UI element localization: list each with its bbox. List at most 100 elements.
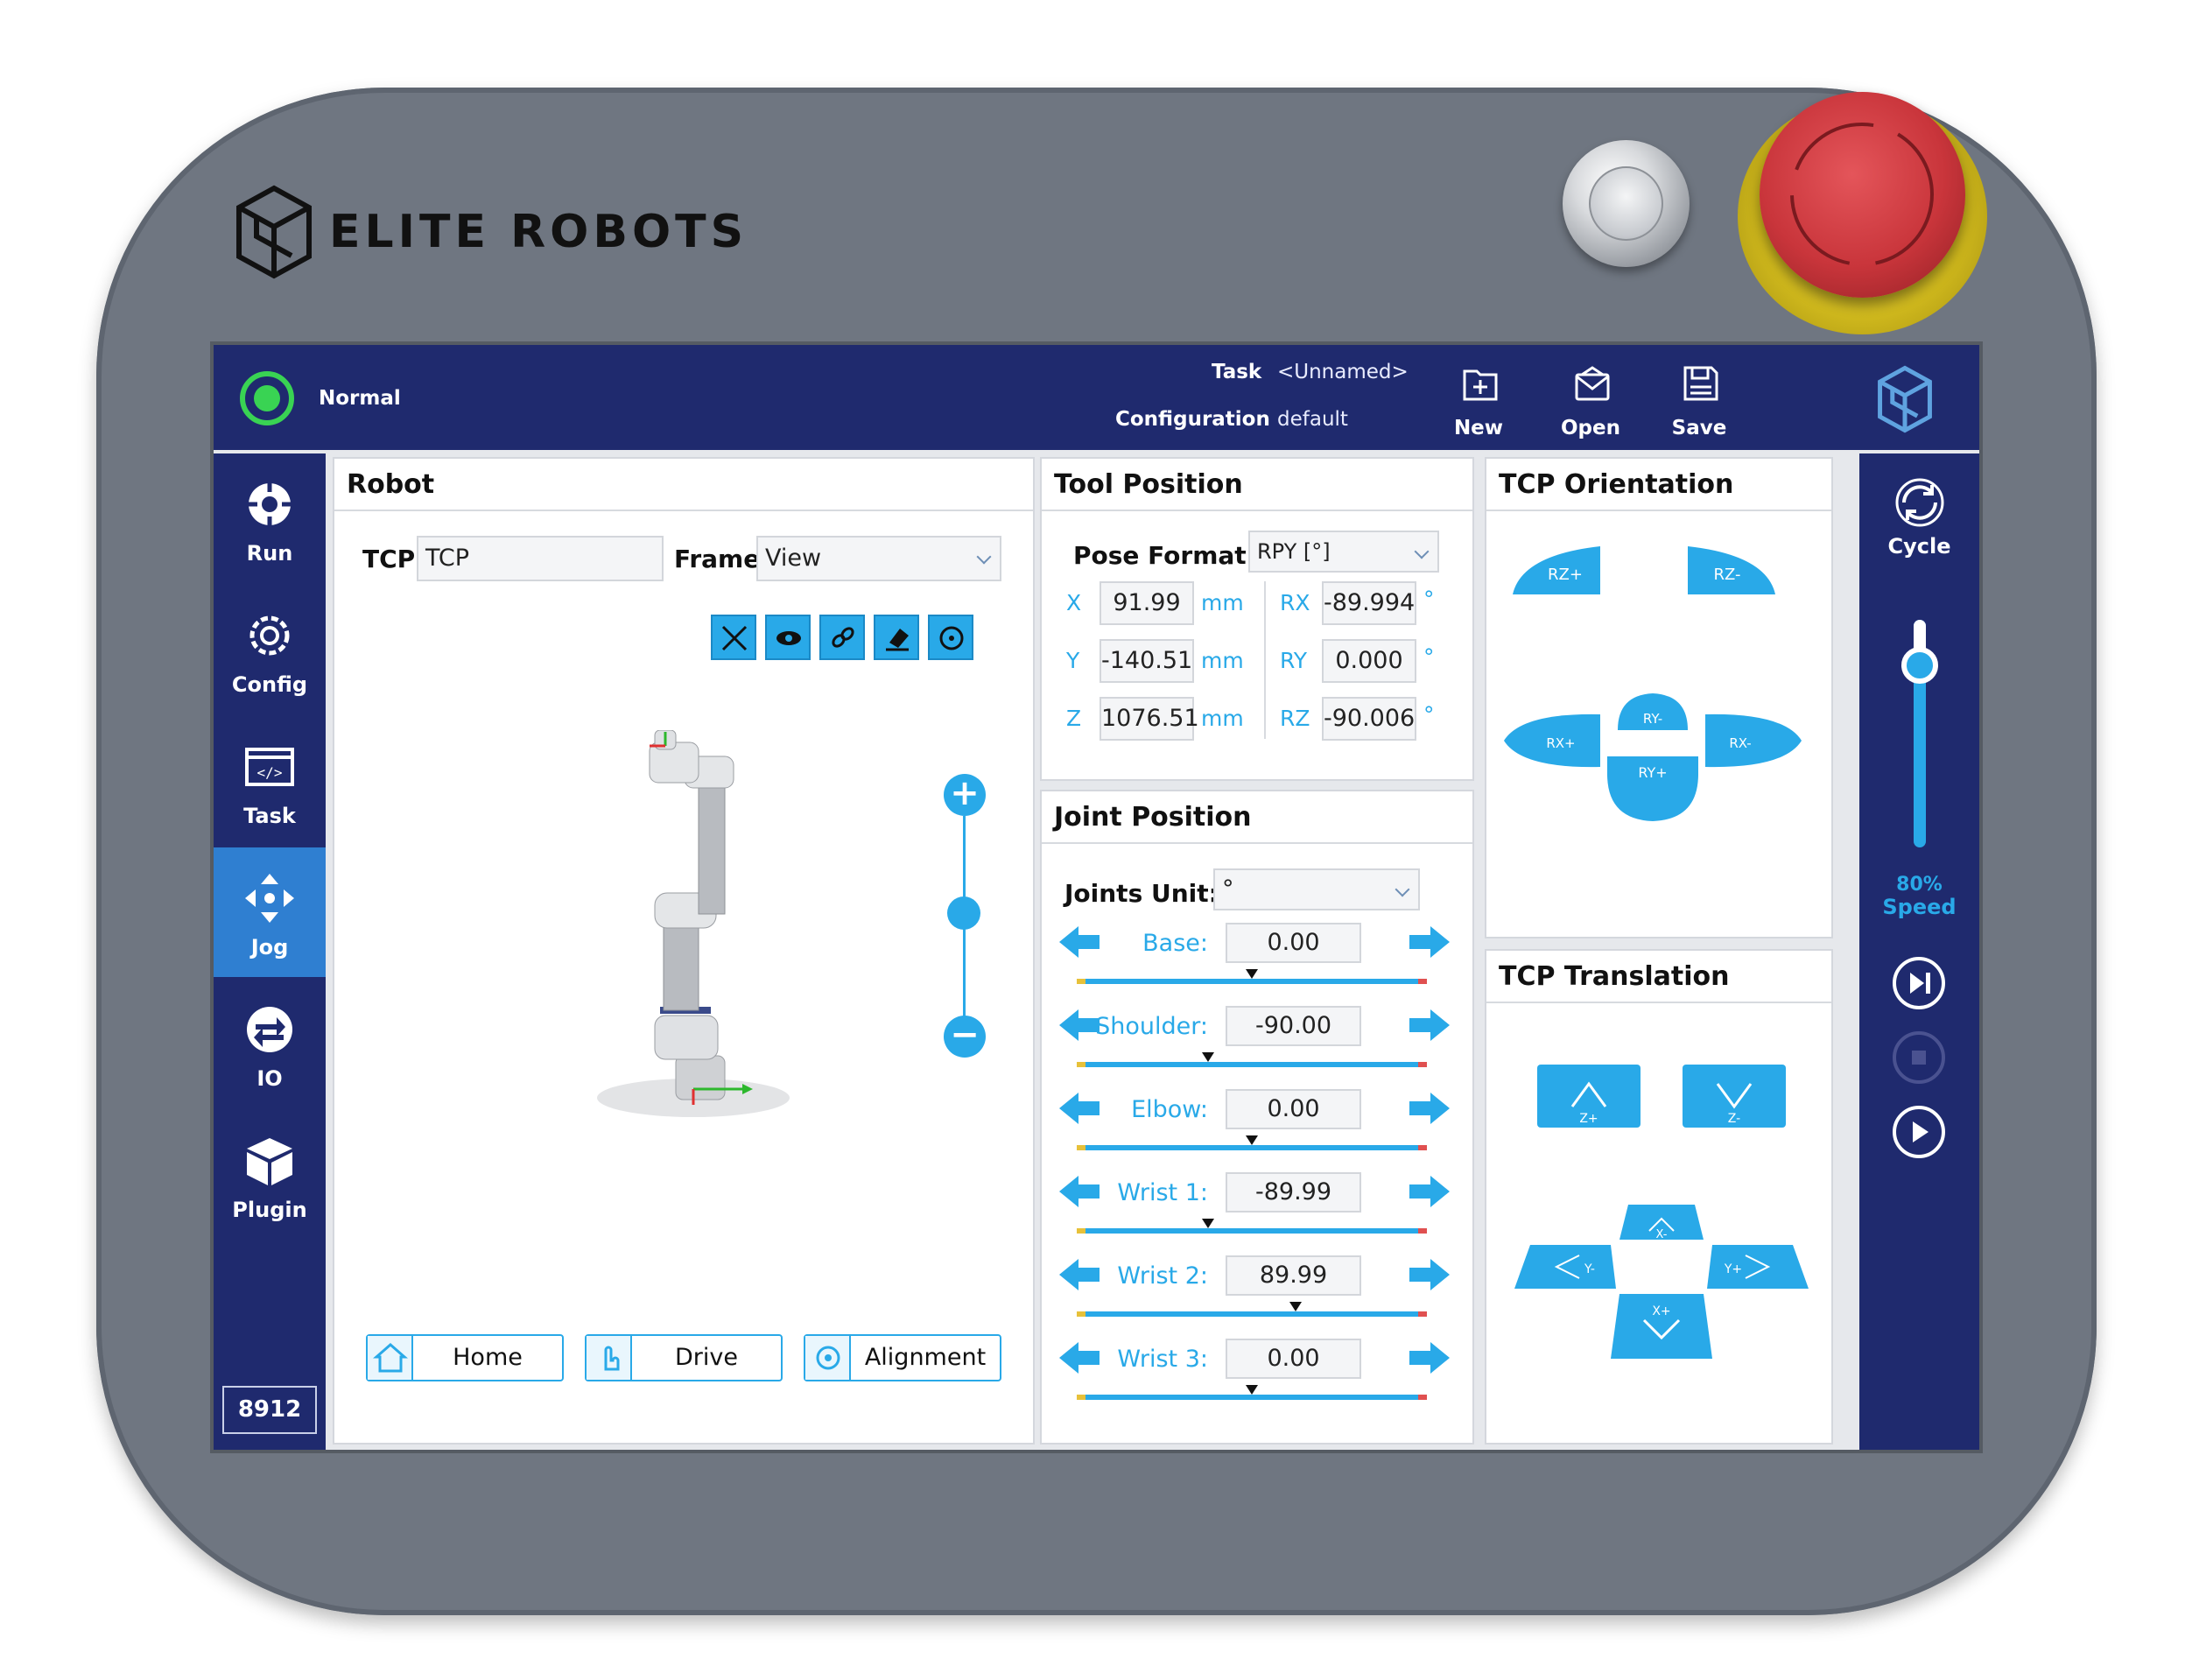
x-plus-button[interactable]: X+ [1611,1294,1712,1359]
play-button[interactable] [1893,1106,1945,1158]
rx-plus-button[interactable]: RX+ [1504,713,1600,768]
joint-value[interactable]: 0.00 [1226,1339,1361,1379]
drive-button[interactable]: Drive [585,1334,783,1381]
rz-minus-label: RZ- [1713,566,1740,584]
rz-value[interactable]: -90.006 [1322,697,1416,741]
eye-icon [776,631,801,645]
nav-io[interactable]: IO [214,979,326,1108]
joint-range-min [1077,1145,1085,1150]
robot-arm-3d-view[interactable] [571,730,816,1133]
pose-format-select[interactable]: RPY [°] [1248,531,1439,573]
joint-range-min [1077,1228,1085,1234]
joint-value[interactable]: 89.99 [1226,1255,1361,1296]
x-label: X [1066,590,1082,615]
stop-icon [1912,1051,1926,1065]
nav-jog[interactable]: Jog [214,847,326,977]
ry-minus-button[interactable]: RY- [1618,693,1688,730]
joint-position-title: Joint Position [1054,802,1252,833]
z-plus-button[interactable]: Z+ [1537,1065,1641,1128]
z-label: Z [1066,706,1082,731]
rz-minus-button[interactable]: RZ- [1688,546,1775,594]
home-button[interactable]: Home [366,1334,564,1381]
save-button[interactable]: Save [1651,364,1747,443]
zoom-in-button[interactable]: + [944,774,986,816]
z-value[interactable]: 1076.51 [1100,697,1199,741]
nav-task[interactable]: </> Task [214,716,326,846]
show-tool-button[interactable] [711,615,756,660]
joint-increase-arrow-icon[interactable] [1409,924,1450,959]
frame-select[interactable]: View [756,536,1001,581]
ry-value[interactable]: 0.000 [1322,639,1416,683]
y-minus-label: Y- [1584,1262,1595,1276]
joint-increase-arrow-icon[interactable] [1409,1174,1450,1209]
ry-minus-label: RY- [1643,711,1662,727]
joint-range-bar [1077,1062,1427,1067]
target-button[interactable] [928,615,973,660]
x-value[interactable]: 91.99 [1100,581,1194,625]
nav-plugin[interactable]: Plugin [214,1110,326,1240]
z-minus-button[interactable]: Z- [1683,1065,1786,1128]
nav-task-label: Task [243,804,296,828]
y-label: Y [1066,648,1080,673]
tcp-translation-title: TCP Translation [1499,961,1730,992]
joint-range-max [1418,1311,1427,1317]
alignment-label: Alignment [864,1344,987,1371]
rx-minus-button[interactable]: RX- [1705,713,1802,768]
joint-value[interactable]: -89.99 [1226,1172,1361,1213]
x-minus-label: X- [1656,1228,1668,1241]
rx-value[interactable]: -89.994 [1322,581,1416,625]
joint-increase-arrow-icon[interactable] [1409,1091,1450,1126]
open-button[interactable]: Open [1542,364,1639,443]
open-folder-icon [1575,366,1610,401]
y-value[interactable]: -140.51 [1100,639,1194,683]
joint-range-min [1077,1311,1085,1317]
cycle-button[interactable]: Cycle [1859,476,1979,559]
ry-plus-button[interactable]: RY+ [1607,756,1698,821]
joint-increase-arrow-icon[interactable] [1409,1008,1450,1043]
rx-unit: ° [1423,587,1435,612]
rz-plus-button[interactable]: RZ+ [1513,546,1600,594]
zoom-slider-handle[interactable] [947,896,980,930]
x-unit: mm [1201,590,1244,615]
x-minus-button[interactable]: X- [1619,1205,1704,1241]
power-button[interactable] [1563,140,1690,267]
nav-run[interactable]: Run [214,453,326,583]
view-toggle-button[interactable] [765,615,811,660]
joint-label: Shoulder: [1095,1013,1208,1040]
alignment-button[interactable]: Alignment [804,1334,1001,1381]
new-file-icon [1463,369,1498,401]
elite-logo-icon [236,185,312,279]
erase-button[interactable] [874,615,919,660]
rz-plus-label: RZ+ [1548,566,1583,584]
joint-value[interactable]: 0.00 [1226,923,1361,963]
rz-unit: ° [1423,702,1435,728]
task-name: <Unnamed> [1277,361,1409,383]
joints-unit-select[interactable]: ° [1213,868,1420,910]
tool-position-title: Tool Position [1054,469,1243,500]
elite-logo-icon [1878,365,1932,433]
joint-value[interactable]: 0.00 [1226,1089,1361,1129]
z-minus-label: Z- [1728,1112,1740,1126]
new-button[interactable]: New [1430,364,1527,443]
nav-config[interactable]: Config [214,585,326,714]
home-label: Home [453,1344,523,1371]
y-plus-button[interactable]: Y+ [1707,1245,1809,1289]
speed-slider-handle[interactable] [1901,647,1938,684]
rotate-arrows-icon [1790,123,1934,266]
stop-button[interactable] [1893,1031,1945,1084]
emergency-stop-button[interactable] [1760,92,1965,298]
y-minus-button[interactable]: Y- [1514,1245,1616,1289]
joint-value[interactable]: -90.00 [1226,1006,1361,1046]
tcp-field[interactable]: TCP [417,536,664,581]
link-button[interactable] [819,615,865,660]
pose-format-label: Pose Format: [1073,541,1256,570]
zoom-out-button[interactable]: − [944,1016,986,1058]
joint-label: Wrist 2: [1117,1262,1208,1290]
joint-increase-arrow-icon[interactable] [1409,1340,1450,1375]
step-button[interactable] [1893,957,1945,1009]
controller-id-badge: 8912 [222,1386,317,1434]
touch-screen: Normal Task <Unnamed> Configuration defa… [210,341,1983,1453]
task-label: Task [1212,361,1262,383]
joint-increase-arrow-icon[interactable] [1409,1257,1450,1292]
nav-jog-label: Jog [250,935,289,959]
